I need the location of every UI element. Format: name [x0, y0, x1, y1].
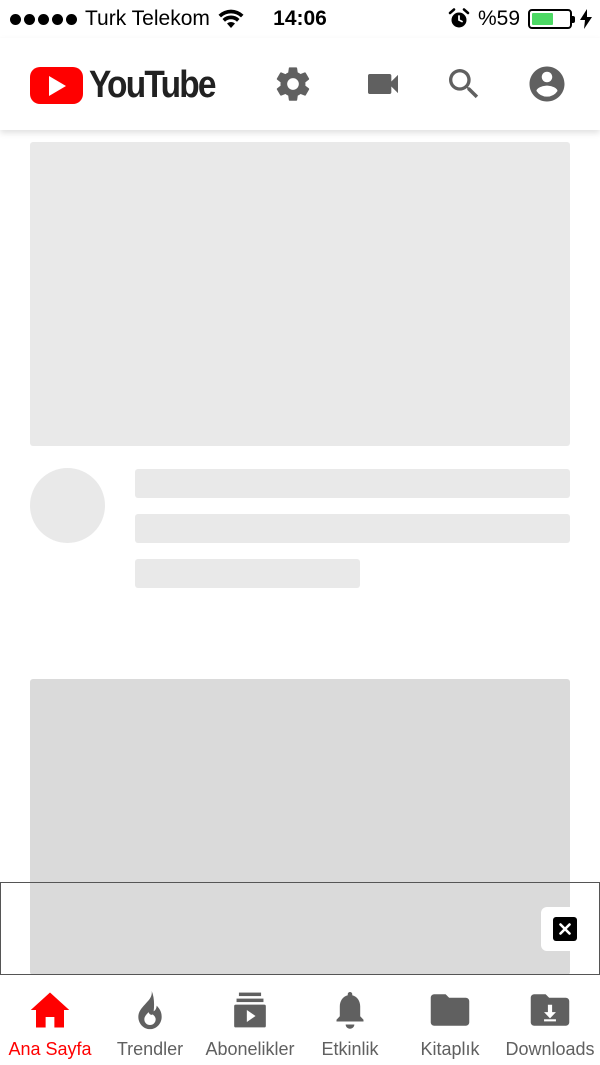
charging-bolt-icon	[580, 9, 592, 29]
wifi-icon	[218, 9, 244, 28]
nav-item-home[interactable]: Ana Sayfa	[0, 975, 100, 1065]
search-icon[interactable]	[443, 63, 485, 105]
nav-item-activity[interactable]: Etkinlik	[300, 975, 400, 1065]
nav-item-subscriptions[interactable]: Abonelikler	[200, 975, 300, 1065]
title-line-placeholder	[135, 514, 570, 543]
home-icon	[29, 989, 71, 1031]
meta-line-placeholder	[135, 559, 360, 588]
settings-gear-icon[interactable]	[272, 63, 314, 105]
youtube-logo[interactable]: YouTube	[30, 64, 232, 107]
logo-text: YouTube	[89, 64, 217, 106]
clock-time: 14:06	[273, 7, 327, 30]
signal-strength-icon	[10, 13, 77, 25]
battery-icon	[528, 9, 575, 29]
close-icon	[553, 917, 577, 941]
nav-item-downloads[interactable]: Downloads	[500, 975, 600, 1065]
bell-icon	[329, 989, 371, 1031]
status-bar: Turk Telekom 14:06 %59	[0, 0, 600, 38]
close-ad-button[interactable]	[541, 907, 589, 951]
ad-banner[interactable]	[0, 882, 600, 975]
nav-label: Downloads	[505, 1039, 595, 1059]
nav-item-library[interactable]: Kitaplık	[400, 975, 500, 1065]
video-camera-icon[interactable]	[362, 63, 404, 105]
channel-avatar-placeholder	[30, 468, 105, 543]
alarm-icon	[448, 8, 470, 28]
nav-label: Trendler	[116, 1039, 184, 1059]
video-thumbnail-placeholder	[30, 142, 570, 446]
nav-label: Kitaplık	[420, 1039, 480, 1059]
play-logo-icon	[30, 67, 83, 104]
app-header: YouTube	[0, 38, 600, 130]
trending-flame-icon	[129, 989, 171, 1031]
subscriptions-icon	[229, 989, 271, 1031]
title-line-placeholder	[135, 469, 570, 498]
account-avatar-icon[interactable]	[526, 63, 568, 105]
carrier-name: Turk Telekom	[85, 7, 210, 30]
battery-percent: %59	[477, 7, 520, 30]
nav-label: Etkinlik	[321, 1039, 379, 1059]
nav-label: Ana Sayfa	[8, 1039, 92, 1059]
nav-label: Abonelikler	[205, 1039, 295, 1059]
download-folder-icon	[529, 989, 571, 1031]
status-left: Turk Telekom	[10, 7, 244, 31]
nav-item-trending[interactable]: Trendler	[100, 975, 200, 1065]
bottom-navigation: Ana Sayfa Trendler Abonelikler Etkinlik …	[0, 975, 600, 1065]
status-right: %59	[448, 7, 592, 31]
youtube-home-screen: Turk Telekom 14:06 %59 YouTube Ana Sayfa…	[0, 0, 600, 1065]
folder-icon	[429, 989, 471, 1031]
